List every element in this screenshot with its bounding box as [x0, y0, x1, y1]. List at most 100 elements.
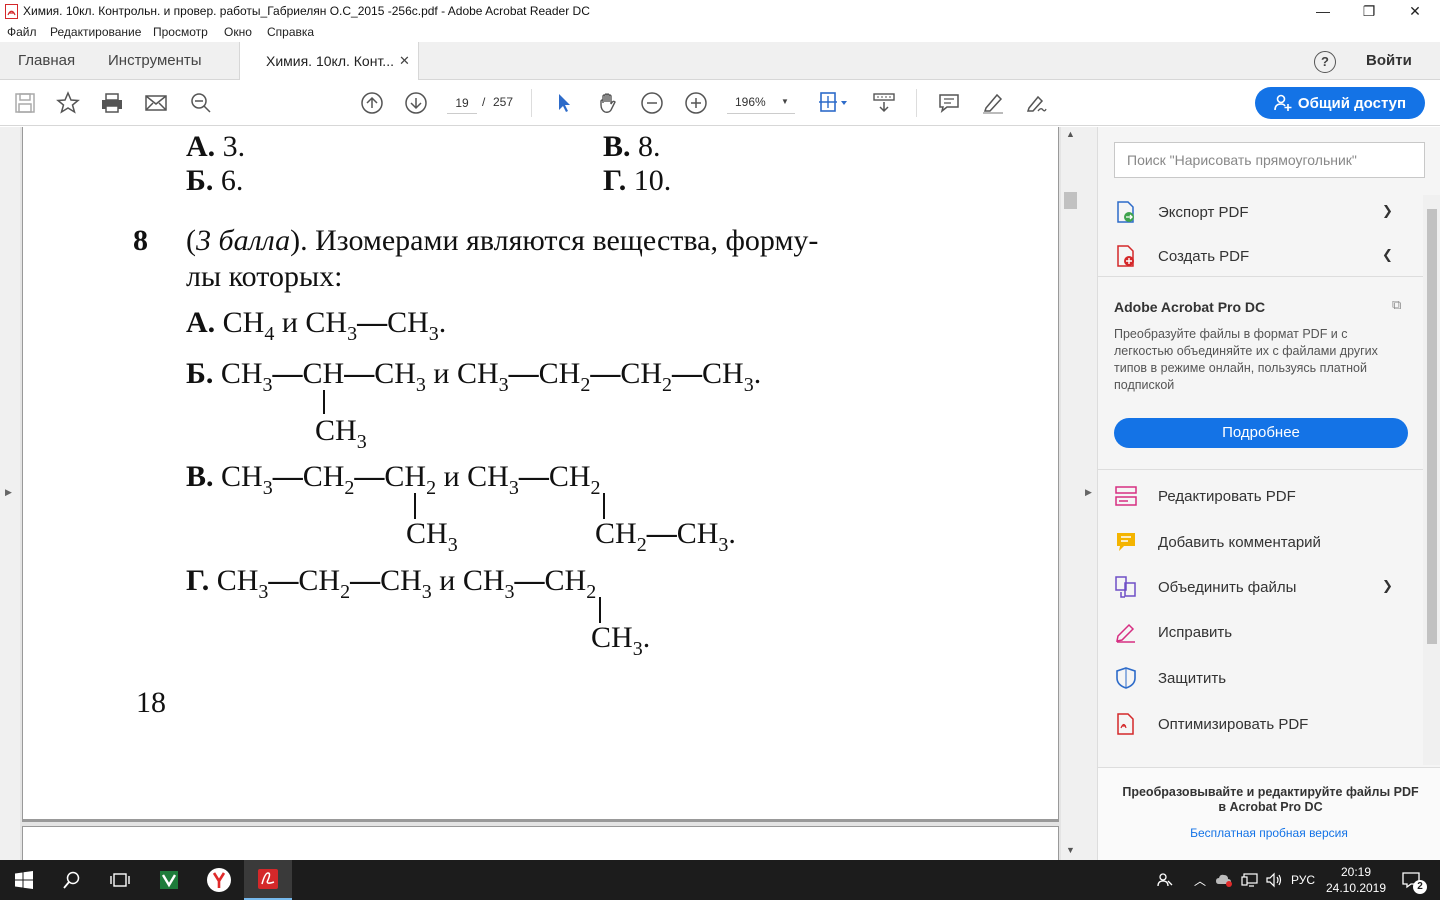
option-a: А. CH4 и CH3—CH3. — [186, 306, 447, 345]
tool-protect[interactable]: Защитить — [1114, 663, 1226, 693]
bond-line — [414, 493, 416, 519]
search-button[interactable] — [48, 860, 96, 900]
tray-overflow-icon[interactable]: ︿ — [1188, 860, 1212, 900]
tab-close-icon[interactable]: ✕ — [399, 53, 410, 69]
tool-edit-pdf[interactable]: Редактировать PDF — [1114, 481, 1296, 511]
left-panel-toggle[interactable]: ▶ — [0, 127, 20, 860]
login-button[interactable]: Войти — [1366, 52, 1412, 69]
close-window-button[interactable]: ✕ — [1392, 0, 1438, 22]
tool-fix[interactable]: Исправить — [1114, 617, 1232, 647]
notification-center-icon[interactable]: 2 — [1394, 860, 1428, 900]
page-footer-number: 18 — [136, 686, 166, 719]
tab-document[interactable]: Химия. 10кл. Конт... — [239, 42, 419, 81]
document-scrollbar[interactable]: ▲ ▼ — [1061, 127, 1080, 860]
tool-export-pdf[interactable]: Экспорт PDF — [1114, 197, 1249, 227]
page-number-input[interactable] — [447, 92, 477, 114]
minimize-button[interactable]: — — [1300, 0, 1346, 22]
scroll-down-icon[interactable]: ▼ — [1066, 845, 1075, 855]
highlight-pen-icon[interactable] — [980, 90, 1006, 116]
email-icon[interactable] — [143, 90, 169, 116]
tools-pane-scrollbar[interactable] — [1423, 195, 1440, 765]
menu-help[interactable]: Справка — [267, 25, 314, 39]
scroll-mode-icon[interactable] — [871, 90, 897, 116]
prev-page-icon[interactable] — [359, 90, 385, 116]
option-b: Б. CH3—CH—CH3 и CH3—CH2—CH2—CH3. — [186, 357, 762, 396]
task-view-button[interactable] — [96, 860, 144, 900]
next-page-icon[interactable] — [403, 90, 429, 116]
optimize-pdf-icon — [1114, 712, 1138, 736]
divider — [1098, 469, 1424, 470]
volume-icon[interactable] — [1263, 860, 1285, 900]
search-zoom-icon[interactable] — [188, 90, 214, 116]
clock[interactable]: 20:19 24.10.2019 — [1322, 860, 1390, 900]
chevron-down-icon: ▼ — [781, 97, 789, 106]
tool-optimize-pdf[interactable]: Оптимизировать PDF — [1114, 709, 1308, 739]
tool-protect-label: Защитить — [1158, 669, 1227, 687]
chevron-down-icon[interactable]: ❯ — [1382, 578, 1393, 594]
chevron-up-icon[interactable]: ❮ — [1382, 247, 1393, 263]
taskbar-yandex-browser[interactable] — [195, 860, 243, 900]
menu-window[interactable]: Окно — [224, 25, 252, 39]
scroll-up-icon[interactable]: ▲ — [1066, 129, 1075, 139]
zoom-out-icon[interactable] — [639, 90, 665, 116]
language-indicator[interactable]: РУС — [1288, 860, 1318, 900]
menu-view[interactable]: Просмотр — [153, 25, 208, 39]
copy-icon[interactable]: ⧉ — [1392, 297, 1401, 313]
promo-description: Преобразуйте файлы в формат PDF и с легк… — [1114, 327, 1378, 392]
bookmark-star-icon[interactable] — [55, 90, 81, 116]
windows-taskbar: ︿ РУС 20:19 24.10.2019 2 — [0, 860, 1440, 900]
yandex-browser-icon — [207, 868, 231, 892]
learn-more-button[interactable]: Подробнее — [1114, 418, 1408, 448]
window-title: Химия. 10кл. Контрольн. и провер. работы… — [23, 4, 590, 18]
menu-file[interactable]: Файл — [7, 25, 37, 39]
tool-edit-pdf-label: Редактировать PDF — [1158, 487, 1296, 505]
sign-icon[interactable] — [1023, 90, 1049, 116]
hand-tool-icon[interactable] — [595, 90, 621, 116]
toolbar-divider — [916, 89, 917, 117]
tab-tools[interactable]: Инструменты — [108, 42, 202, 80]
answer-g: Г. 10. — [603, 164, 672, 197]
search-icon — [63, 871, 80, 889]
maximize-button[interactable]: ❐ — [1346, 0, 1392, 22]
page-fit-icon[interactable] — [816, 90, 852, 116]
select-cursor-icon[interactable] — [551, 90, 577, 116]
answer-b: Б. 6. — [186, 164, 244, 197]
scrollbar-thumb[interactable] — [1064, 192, 1077, 209]
tools-search-input[interactable]: Поиск "Нарисовать прямоугольник" — [1114, 142, 1425, 178]
taskbar-acrobat-reader[interactable] — [244, 860, 292, 900]
add-user-icon — [1274, 94, 1292, 111]
comment-icon — [1114, 530, 1138, 554]
page-total: 257 — [493, 95, 514, 109]
tool-add-comment[interactable]: Добавить комментарий — [1114, 527, 1321, 557]
pdf-page: А. 3. В. 8. Б. 6. Г. 10. 8 (3 балла). Из… — [22, 127, 1059, 822]
network-icon[interactable] — [1238, 860, 1262, 900]
save-icon[interactable] — [12, 90, 38, 116]
upgrade-text: Преобразовывайте и редактируйте файлы PD… — [1122, 785, 1419, 814]
cloud-sync-icon[interactable] — [1212, 860, 1236, 900]
share-button[interactable]: Общий доступ — [1255, 87, 1425, 119]
start-button[interactable] — [0, 860, 48, 900]
help-icon[interactable]: ? — [1314, 51, 1336, 73]
tool-combine-files[interactable]: Объединить файлы — [1114, 572, 1296, 602]
print-icon[interactable] — [99, 90, 125, 116]
free-trial-link[interactable]: Бесплатная пробная версия — [1098, 826, 1440, 840]
zoom-dropdown[interactable]: 196% ▼ — [727, 92, 795, 114]
document-viewport[interactable]: ▶ А. 3. В. 8. Б. 6. Г. 10. 8 (3 балла). … — [0, 127, 1080, 866]
people-icon[interactable] — [1152, 860, 1178, 900]
tab-home[interactable]: Главная — [18, 42, 75, 80]
chevron-down-icon[interactable]: ❯ — [1382, 203, 1393, 219]
zoom-in-icon[interactable] — [683, 90, 709, 116]
taskbar-app-green[interactable] — [145, 860, 193, 900]
tool-fix-label: Исправить — [1158, 623, 1233, 641]
scrollbar-thumb[interactable] — [1427, 209, 1437, 644]
option-b-branch: CH3 — [315, 414, 367, 453]
share-button-label: Общий доступ — [1297, 94, 1407, 112]
tools-pane-toggle[interactable]: ▶ — [1080, 127, 1098, 860]
answer-a: А. 3. — [186, 130, 246, 163]
acrobat-app-icon — [258, 869, 278, 889]
comment-icon[interactable] — [936, 90, 962, 116]
restore-icon: ❐ — [1362, 2, 1376, 19]
question-number: 8 — [133, 224, 148, 257]
menu-edit[interactable]: Редактирование — [50, 25, 141, 39]
tool-create-pdf[interactable]: Создать PDF — [1114, 241, 1249, 271]
